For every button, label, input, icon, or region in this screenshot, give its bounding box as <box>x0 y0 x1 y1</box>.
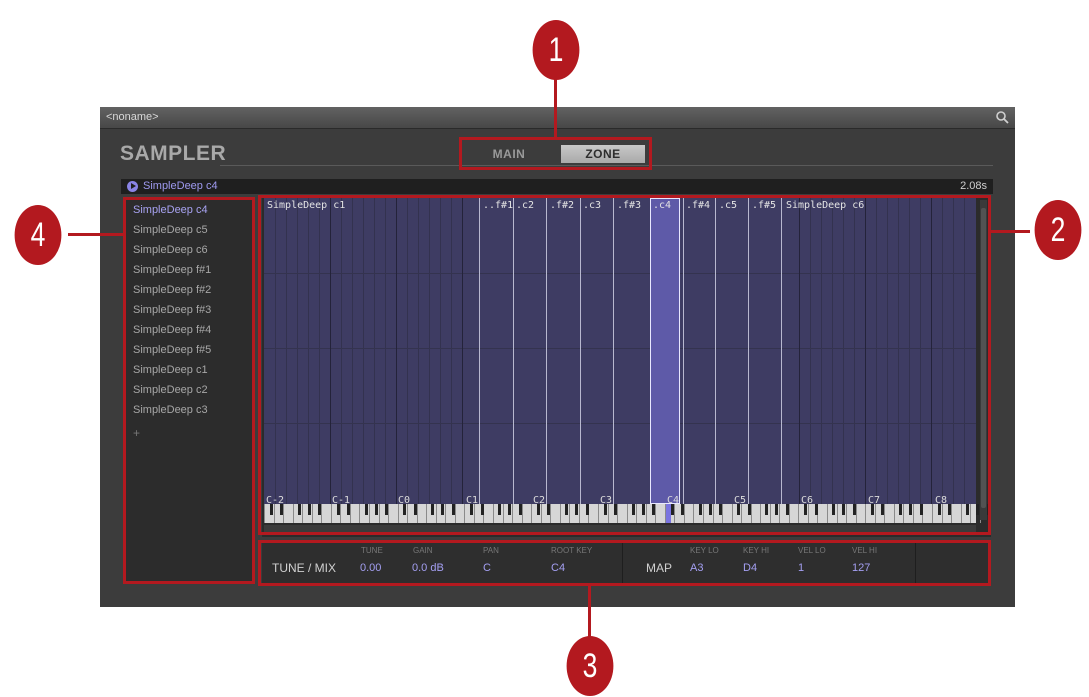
page-title: SAMPLER <box>120 142 227 165</box>
callout-badge-4: 4 <box>14 205 62 265</box>
callout-box-4 <box>123 197 255 584</box>
callout-badge-2: 2 <box>1034 200 1082 260</box>
sample-header-bar: SimpleDeep c4 2.08s <box>121 179 993 194</box>
callout-box-2 <box>258 195 991 535</box>
callout-box-1 <box>459 137 652 170</box>
callout-badge-1: 1 <box>532 20 580 80</box>
callout-box-3 <box>258 540 991 586</box>
callout-line-1 <box>554 78 557 138</box>
callout-badge-3: 3 <box>566 636 614 696</box>
sample-length: 2.08s <box>960 180 987 192</box>
search-icon[interactable] <box>995 110 1009 124</box>
sample-name: SimpleDeep c4 <box>143 180 218 192</box>
play-icon[interactable] <box>127 181 138 192</box>
title-bar: <noname> <box>100 107 1015 129</box>
callout-line-2 <box>990 230 1030 233</box>
callout-line-4 <box>68 233 124 236</box>
callout-line-3 <box>588 585 591 637</box>
preset-name[interactable]: <noname> <box>106 111 159 123</box>
